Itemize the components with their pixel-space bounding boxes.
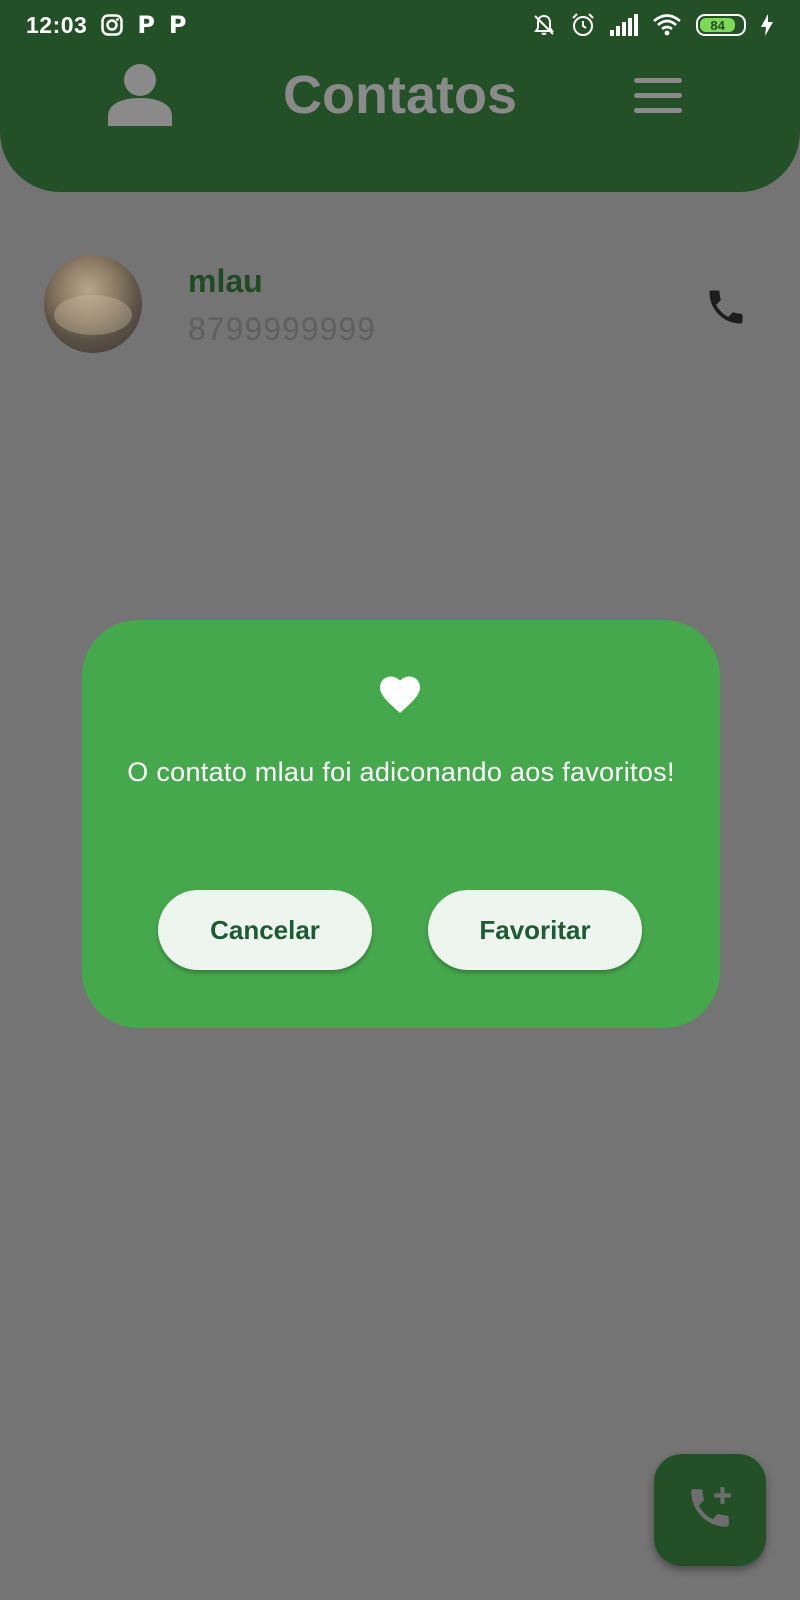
contacts-screen: Contatos 12:03 P P 84 mlau 8799999999 O … [0,0,800,1600]
charging-icon [760,14,774,36]
bell-off-icon [532,13,556,37]
cancel-button[interactable]: Cancelar [158,890,372,970]
add-call-icon [685,1483,735,1538]
dialog-message: O contato mlau foi adiconando aos favori… [127,757,675,787]
heart-icon [378,674,422,719]
wifi-icon [652,13,682,37]
battery-level: 84 [700,18,736,33]
signal-icon [610,14,638,36]
menu-icon[interactable] [634,78,682,119]
favorite-dialog: O contato mlau foi adiconando aos favori… [82,620,720,1028]
avatar [44,255,142,353]
contact-list-item[interactable]: mlau 8799999999 [0,255,800,355]
p-app-icon: P [137,11,155,39]
add-contact-fab[interactable] [654,1454,766,1566]
favorite-button[interactable]: Favoritar [428,890,642,970]
status-time: 12:03 [26,11,88,38]
p-app-icon: P [168,11,187,39]
phone-icon[interactable] [704,285,748,329]
contact-phone: 8799999999 [188,311,376,347]
instagram-icon [101,14,124,36]
status-bar: 12:03 P P 84 [0,0,800,50]
alarm-icon [570,12,596,38]
contact-name: mlau [188,263,263,299]
battery-icon: 84 [696,14,746,36]
